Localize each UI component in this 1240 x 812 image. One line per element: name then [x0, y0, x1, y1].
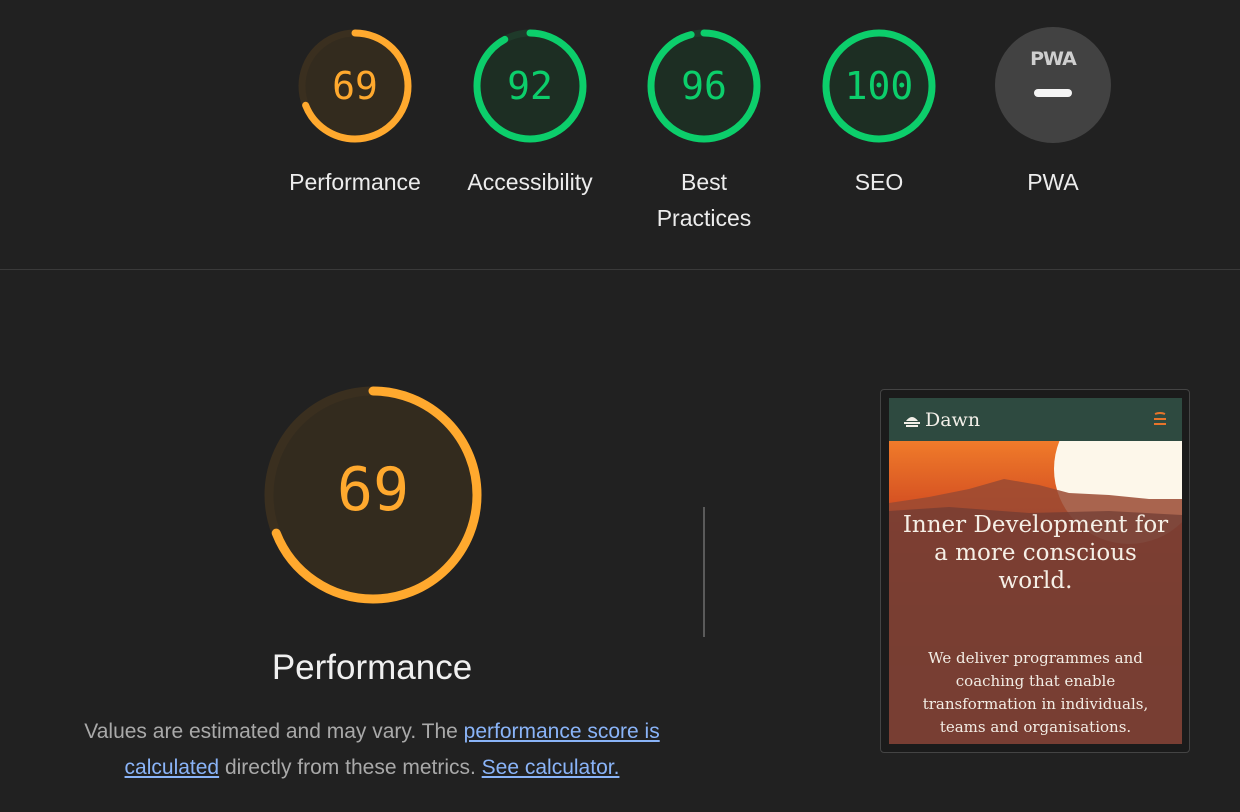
see-calculator-link[interactable]: See calculator. [482, 756, 620, 779]
performance-gauge-large: 69 [262, 384, 484, 606]
desc-text-2: directly from these metrics. [219, 756, 482, 779]
performance-score-large: 69 [336, 455, 410, 525]
desc-text-1: Values are estimated and may vary. The [84, 720, 464, 743]
performance-title: Performance [271, 648, 473, 687]
hero-section: Inner Development for a more conscious w… [889, 441, 1182, 744]
sun-logo-icon [904, 417, 920, 427]
gauge-label-best-practices: Best Practices [656, 169, 752, 231]
screenshot-content: Dawn Inner Development for a more consci… [889, 398, 1182, 744]
gauge-label-pwa: PWA [1027, 169, 1079, 195]
gauge-best-practices[interactable]: 96 Best Practices [629, 27, 779, 236]
gauge-label-seo: SEO [854, 169, 904, 195]
gauge-score-performance: 69 [332, 64, 378, 108]
page-screenshot-preview[interactable]: Dawn Inner Development for a more consci… [880, 389, 1190, 753]
vertical-divider [703, 507, 705, 637]
menu-icon [1154, 412, 1166, 425]
preview-header: Dawn [889, 398, 1182, 441]
gauge-score-seo: 100 [844, 64, 914, 108]
gauge-score-best-practices: 96 [681, 64, 727, 108]
hero-subtitle: We deliver programmes and coaching that … [922, 649, 1149, 736]
brand-name: Dawn [925, 409, 981, 431]
score-gauges: 69 Performance 92 Accessibility 96 Best … [0, 0, 1240, 270]
pwa-logo-text: PWA [1030, 48, 1077, 70]
gauge-performance[interactable]: 69 Performance [280, 27, 430, 200]
pwa-dash-icon [1034, 89, 1072, 97]
gauge-score-accessibility: 92 [507, 64, 553, 108]
pwa-icon: PWA [995, 27, 1111, 143]
gauge-pwa[interactable]: PWA PWA [978, 27, 1128, 200]
gauge-accessibility[interactable]: 92 Accessibility [455, 27, 605, 200]
hero-title: Inner Development for a more conscious w… [902, 512, 1169, 594]
gauge-seo[interactable]: 100 SEO [804, 27, 954, 200]
performance-description: Values are estimated and may vary. The p… [72, 714, 672, 786]
dawn-logo: Dawn [903, 409, 980, 431]
section-divider [0, 269, 1240, 270]
gauge-label-performance: Performance [289, 169, 421, 195]
lighthouse-report: 69 Performance 92 Accessibility 96 Best … [0, 0, 1240, 812]
pwa-badge-wrap: PWA [978, 27, 1128, 145]
gauge-label-accessibility: Accessibility [467, 169, 593, 195]
